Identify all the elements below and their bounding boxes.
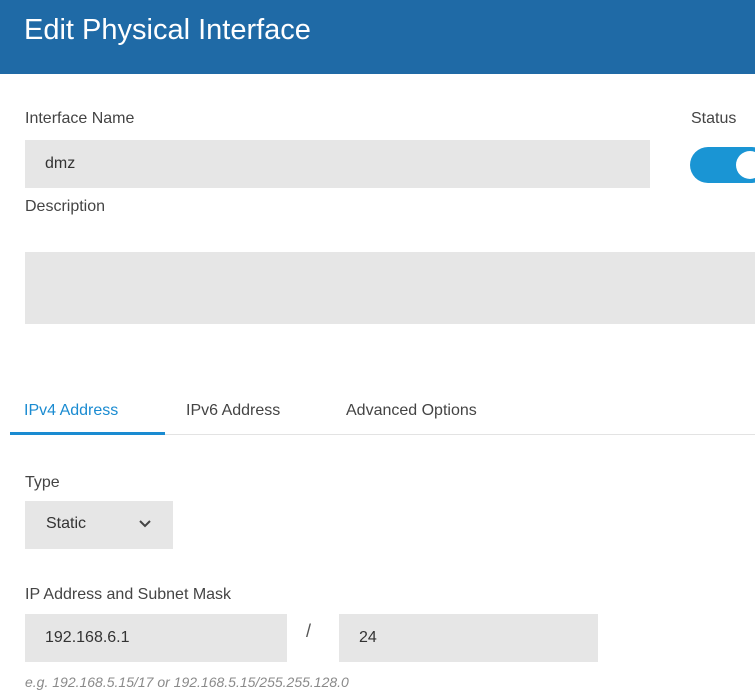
- description-label: Description: [25, 198, 106, 215]
- interface-name-label: Interface Name: [25, 110, 135, 127]
- interface-name-input[interactable]: [25, 140, 650, 188]
- type-label: Type: [25, 474, 60, 491]
- type-select[interactable]: Static: [25, 501, 173, 549]
- description-input[interactable]: [25, 252, 755, 324]
- status-label: Status: [691, 110, 737, 127]
- tab-ipv6-address[interactable]: IPv6 Address: [186, 402, 280, 420]
- type-select-value: Static: [46, 515, 87, 532]
- toggle-knob: [736, 151, 755, 179]
- ip-format-hint: e.g. 192.168.5.15/17 or 192.168.5.15/255…: [25, 674, 349, 690]
- tab-ipv4-address[interactable]: IPv4 Address: [24, 402, 118, 420]
- subnet-separator: /: [306, 621, 312, 641]
- dialog-header: Edit Physical Interface: [0, 0, 755, 74]
- tab-advanced-options[interactable]: Advanced Options: [346, 402, 477, 420]
- chevron-down-icon: [139, 520, 151, 528]
- dialog-title: Edit Physical Interface: [24, 14, 311, 46]
- ip-address-label: IP Address and Subnet Mask: [25, 586, 232, 603]
- status-toggle[interactable]: [690, 147, 755, 183]
- subnet-mask-input[interactable]: [339, 614, 598, 662]
- ip-address-input[interactable]: [25, 614, 287, 662]
- active-tab-indicator: [10, 432, 165, 435]
